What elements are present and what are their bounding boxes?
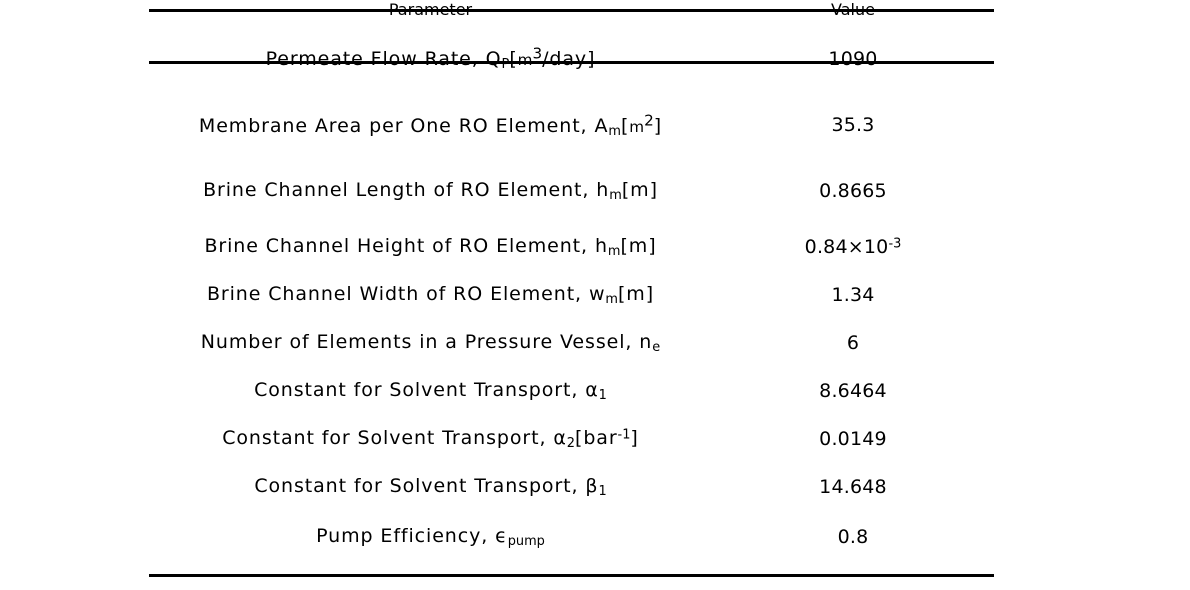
value-exponent: -3 <box>888 236 902 252</box>
parameter-symbol: n <box>639 331 653 354</box>
parameter-symbol-subscript: pump <box>507 533 545 549</box>
parameter-symbol-subscript: 2 <box>566 435 575 451</box>
parameter-cell: Permeate Flow Rate, QP[m3/day] <box>149 19 712 92</box>
parameter-symbol: h <box>596 178 610 201</box>
value-cell: 0.8665 <box>819 179 887 202</box>
parameter-cell: Membrane Area per One RO Element, Am[m2] <box>149 92 712 158</box>
parameter-label: Permeate Flow Rate, <box>265 48 479 71</box>
parameter-label: Constant for Solvent Transport, <box>254 379 579 402</box>
parameter-cell: Constant for Solvent Transport, α2[bar-1… <box>149 415 712 463</box>
parameter-symbol: β <box>585 475 599 498</box>
parameter-symbol: ϵ <box>495 525 508 548</box>
parameter-symbol-subscript: m <box>609 187 622 203</box>
unit-base: m <box>630 178 650 201</box>
unit-base: m <box>629 117 645 136</box>
value-cell: 14.648 <box>819 476 887 498</box>
unit-exponent: 3 <box>532 44 543 63</box>
unit-base: m <box>628 235 649 258</box>
parameter-cell: Number of Elements in a Pressure Vessel,… <box>149 319 712 367</box>
parameter-label: Number of Elements in a Pressure Vessel, <box>200 331 633 354</box>
unit-remainder: /day <box>542 48 588 71</box>
unit-base: m <box>517 51 533 70</box>
parameter-cell: Constant for Solvent Transport, α1 <box>149 367 712 415</box>
value-cell: 0.84×10-3 <box>712 223 994 271</box>
table-header-row: Parameter Value <box>149 0 994 19</box>
parameter-symbol: α <box>585 379 599 402</box>
table-row: Number of Elements in a Pressure Vessel,… <box>149 319 994 367</box>
table-row: Constant for Solvent Transport, β1 14.64… <box>149 463 994 511</box>
table-body: Permeate Flow Rate, QP[m3/day] 1090 Memb… <box>149 19 994 563</box>
table-bottom-rule <box>149 574 994 577</box>
table-row: Brine Channel Width of RO Element, wm[m]… <box>149 271 994 319</box>
parameter-cell: Brine Channel Length of RO Element, hm[m… <box>149 158 712 223</box>
table-row: Pump Efficiency, ϵpump 0.8 <box>149 511 994 563</box>
parameter-cell: Pump Efficiency, ϵpump <box>149 511 712 563</box>
parameter-symbol: h <box>594 235 608 258</box>
parameter-cell: Constant for Solvent Transport, β1 <box>149 463 712 511</box>
parameter-symbol-subscript: 1 <box>598 387 607 403</box>
table-figure: Parameter Value Permeate Flow Rate, QP[m… <box>0 0 1190 590</box>
column-header-value: Value <box>831 0 875 19</box>
value-mantissa: 0.84×10 <box>804 236 889 258</box>
table-row: Brine Channel Height of RO Element, hm[m… <box>149 223 994 271</box>
unit-bracket-open: [ <box>620 235 629 258</box>
unit-bracket-close: ] <box>630 427 639 450</box>
value-cell: 0.8 <box>837 526 869 548</box>
unit-base: m <box>626 283 646 306</box>
parameter-symbol-subscript: m <box>605 291 618 307</box>
parameter-label: Brine Channel Width of RO Element, <box>206 283 582 306</box>
value-cell: 35.3 <box>831 114 875 136</box>
parameter-symbol-subscript: m <box>607 243 621 259</box>
unit-exponent: 2 <box>644 111 654 130</box>
value-cell: 6 <box>846 332 860 354</box>
parameter-label: Constant for Solvent Transport, <box>254 475 579 498</box>
unit-base: bar <box>583 427 618 450</box>
parameter-symbol: A <box>594 114 609 137</box>
parameter-symbol: Q <box>485 48 502 71</box>
table-row: Permeate Flow Rate, QP[m3/day] 1090 <box>149 19 994 92</box>
unit-bracket-close: ] <box>645 283 655 306</box>
unit-bracket-open: [ <box>509 48 518 71</box>
unit-bracket-open: [ <box>621 178 631 201</box>
unit-bracket-close: ] <box>648 235 657 258</box>
value-cell: 1090 <box>828 47 878 70</box>
table-row: Membrane Area per One RO Element, Am[m2]… <box>149 92 994 158</box>
unit-bracket-close: ] <box>653 114 663 137</box>
parameter-cell: Brine Channel Width of RO Element, wm[m] <box>149 271 712 319</box>
parameter-label: Pump Efficiency, <box>316 525 489 548</box>
value-cell: 8.6464 <box>819 380 887 402</box>
parameter-symbol-subscript: e <box>652 339 661 355</box>
value-cell: 1.34 <box>831 284 875 306</box>
unit-bracket-close: ] <box>649 178 658 201</box>
parameter-symbol: α <box>553 427 567 450</box>
parameter-cell: Brine Channel Height of RO Element, hm[m… <box>149 223 712 271</box>
parameter-label: Membrane Area per One RO Element, <box>198 114 588 137</box>
column-header-parameter: Parameter <box>388 0 473 19</box>
parameter-symbol-subscript: m <box>608 123 621 139</box>
table-row: Constant for Solvent Transport, α1 8.646… <box>149 367 994 415</box>
table-row: Constant for Solvent Transport, α2[bar-1… <box>149 415 994 463</box>
value-cell: 0.0149 <box>819 428 887 450</box>
table-row: Brine Channel Length of RO Element, hm[m… <box>149 158 994 223</box>
unit-exponent: -1 <box>617 427 631 443</box>
parameter-label: Constant for Solvent Transport, <box>222 427 547 450</box>
parameter-label: Brine Channel Height of RO Element, <box>204 235 588 258</box>
parameter-symbol-subscript: 1 <box>598 483 607 499</box>
parameter-symbol: w <box>588 283 606 306</box>
unit-bracket-close: ] <box>587 48 596 71</box>
parameter-label: Brine Channel Length of RO Element, <box>203 178 590 201</box>
parameters-table: Parameter Value Permeate Flow Rate, QP[m… <box>149 0 994 563</box>
